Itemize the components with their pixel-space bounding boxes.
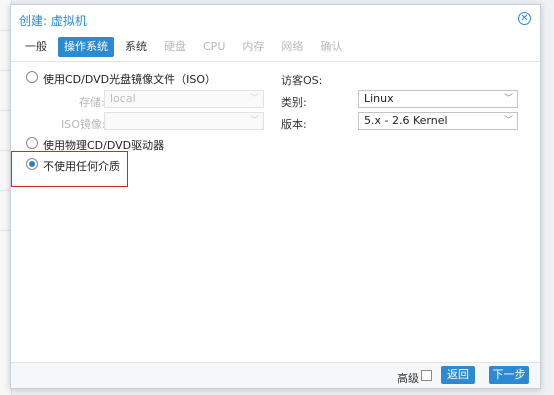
iso-radio-label: 使用CD/DVD光盘镜像文件（ISO）: [43, 73, 217, 86]
chevron-down-icon: ﹀: [249, 116, 259, 126]
os-version-select[interactable]: 5.x - 2.6 Kernel ﹀: [358, 112, 518, 130]
os-type-select[interactable]: Linux ﹀: [358, 90, 518, 108]
chevron-down-icon: ﹀: [249, 94, 259, 104]
dialog-footer: 高级 返回 下一步: [11, 362, 540, 388]
close-icon[interactable]: ✕: [518, 12, 531, 25]
iso-image-select: ﹀: [104, 112, 264, 130]
dialog-title: 创建: 虚拟机: [19, 14, 87, 28]
os-version-select-value: 5.x - 2.6 Kernel: [364, 114, 448, 127]
create-vm-dialog: 创建: 虚拟机 ✕ 一般 操作系统 系统 硬盘 CPU 内存 网络 确认 使用C…: [10, 4, 541, 389]
wizard-tabs: 一般 操作系统 系统 硬盘 CPU 内存 网络 确认: [19, 37, 353, 57]
back-button[interactable]: 返回: [441, 366, 475, 384]
os-type-label: 类别:: [281, 96, 307, 109]
tab-confirm: 确认: [320, 40, 343, 53]
iso-image-label: ISO镜像:: [61, 118, 106, 131]
physical-drive-radio-label: 使用物理CD/DVD驱动器: [43, 139, 165, 152]
storage-select-value: local: [110, 92, 136, 105]
physical-drive-radio[interactable]: [26, 137, 38, 149]
advanced-checkbox[interactable]: [421, 370, 432, 381]
tab-memory: 内存: [242, 40, 265, 53]
storage-select: local ﹀: [104, 90, 264, 108]
guest-os-heading: 访客OS:: [281, 74, 323, 87]
tab-os[interactable]: 操作系统: [58, 37, 114, 57]
tab-cpu: CPU: [203, 40, 226, 53]
chevron-down-icon: ﹀: [503, 116, 513, 126]
iso-radio[interactable]: [26, 71, 38, 83]
no-media-radio-label: 不使用任何介质: [43, 160, 120, 173]
os-type-select-value: Linux: [364, 92, 394, 105]
dialog-titlebar: 创建: 虚拟机 ✕: [11, 5, 540, 31]
tab-general[interactable]: 一般: [19, 37, 53, 57]
advanced-label: 高级: [397, 372, 419, 385]
tab-disk: 硬盘: [164, 40, 186, 53]
tab-system[interactable]: 系统: [119, 37, 153, 57]
no-media-radio[interactable]: [26, 158, 38, 170]
os-version-label: 版本:: [281, 118, 307, 131]
tab-divider: [11, 61, 540, 62]
storage-label: 存储:: [79, 96, 105, 109]
next-button[interactable]: 下一步: [489, 366, 529, 384]
tab-network: 网络: [281, 40, 304, 53]
chevron-down-icon: ﹀: [503, 94, 513, 104]
